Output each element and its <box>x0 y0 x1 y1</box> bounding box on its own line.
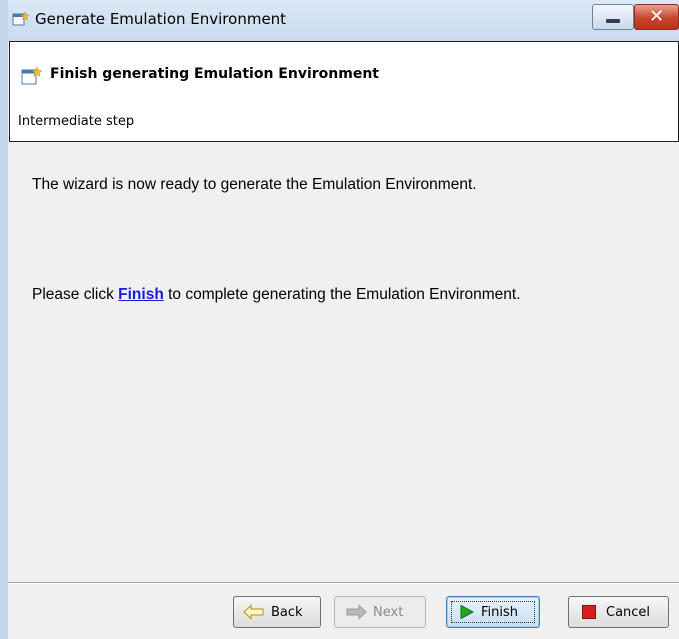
page-description: Intermediate step <box>18 114 135 129</box>
instruction-prefix: Please click <box>32 286 119 303</box>
minimize-button[interactable] <box>592 4 634 30</box>
arrow-right-icon <box>346 604 367 620</box>
next-button[interactable]: Next <box>334 596 426 628</box>
wizard-header: Finish generating Emulation Environment … <box>9 41 679 142</box>
play-icon <box>460 604 475 620</box>
cancel-button[interactable]: Cancel <box>568 596 669 628</box>
wizard-icon <box>21 66 43 85</box>
stop-icon <box>582 605 596 619</box>
close-button[interactable]: ✕ <box>634 4 679 30</box>
finish-link[interactable]: Finish <box>118 286 164 303</box>
finish-button[interactable]: Finish <box>446 596 540 628</box>
next-label: Next <box>373 605 404 620</box>
cancel-label: Cancel <box>606 605 651 620</box>
finish-label: Finish <box>481 605 519 620</box>
close-icon: ✕ <box>648 6 665 27</box>
ready-message: The wizard is now ready to generate the … <box>32 176 477 193</box>
minimize-icon <box>606 19 620 23</box>
arrow-left-icon <box>243 604 264 620</box>
wizard-window: Generate Emulation Environment ✕ Finish … <box>0 0 679 639</box>
page-title: Finish generating Emulation Environment <box>50 66 379 82</box>
wizard-icon <box>12 11 30 26</box>
back-button[interactable]: Back <box>233 596 321 628</box>
instruction-message: Please click Finish to complete generati… <box>32 286 521 304</box>
back-label: Back <box>271 605 303 620</box>
window-title: Generate Emulation Environment <box>35 10 287 28</box>
title-bar[interactable]: Generate Emulation Environment ✕ <box>8 0 679 41</box>
button-bar-separator <box>8 582 679 584</box>
wizard-content: The wizard is now ready to generate the … <box>8 142 679 582</box>
instruction-suffix: to complete generating the Emulation Env… <box>163 286 521 303</box>
